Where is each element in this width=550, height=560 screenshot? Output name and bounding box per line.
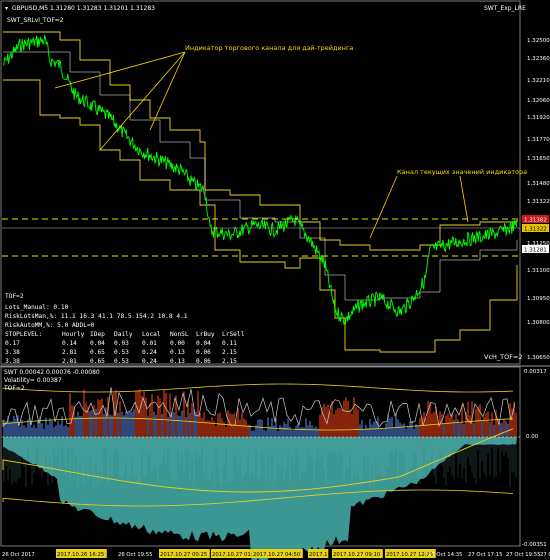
info-cell: 0.17: [5, 340, 20, 347]
sub-line-2: Volatility= 0.00387: [4, 377, 62, 384]
price-tick: 1.31322: [527, 199, 550, 205]
symbol-info: GBPUSD,M5 1.31280 1.31283 1.31201 1.3128…: [12, 5, 155, 12]
info-cell: 0.06: [196, 358, 211, 365]
info-cell: 0.24: [142, 358, 157, 365]
info-cell: 0.53: [114, 349, 129, 356]
info-cell: 0.13: [170, 358, 185, 365]
price-tick: 1.31100: [527, 268, 550, 274]
price-tick: 1.30800: [527, 320, 550, 326]
sub-line-1: SWT 0.00042 0.00076 -0.00080: [4, 369, 100, 376]
price-tick: 1.32060: [527, 98, 550, 104]
price-tick: 1.31770: [527, 137, 550, 143]
info-cell: 3.38: [5, 358, 20, 365]
info-cell: 0.65: [90, 358, 105, 365]
info-col-header: Local: [142, 331, 161, 338]
indicator-name: SWT_SRLvl_TOF=2: [7, 17, 64, 24]
info-cell: 0.03: [114, 340, 129, 347]
price-tick: 1.32210: [527, 78, 550, 84]
time-tick: 2017.10.27 12:25: [386, 552, 433, 558]
annotation-trading-channel: Индикатор торгового канала для дэй-трейд…: [185, 44, 353, 52]
info-cell: 0.04: [196, 340, 211, 347]
info-col-header: LrSell: [222, 331, 245, 338]
price-tick: 1.31920: [527, 115, 550, 121]
info-col-header: LrBuy: [196, 331, 215, 338]
svg-text:-0.00351: -0.00351: [522, 542, 547, 548]
info-cell: 0.00: [170, 340, 185, 347]
info-cell: 2.81: [62, 358, 77, 365]
info-risk-lots-man: RiskLotsMan,%: 11.1 16.3 41.1 78.5 154.2…: [5, 313, 188, 320]
info-cell: 0.01: [142, 340, 157, 347]
time-tick: 27 Oct 22:35: [540, 552, 550, 558]
annotation-current-values: Канал текущих значений индикатора: [397, 168, 527, 176]
info-cell: 2.15: [222, 358, 237, 365]
info-cell: 0.11: [222, 340, 237, 347]
time-tick: 26 Oct 2017: [2, 552, 35, 558]
time-tick: 27 Oct 17:15: [468, 552, 503, 558]
info-cell: 2.15: [222, 349, 237, 356]
info-col-header: Daily: [114, 331, 133, 338]
price-tick: 1.32500: [527, 38, 550, 44]
vch-label: VcH_TOF=2: [484, 353, 523, 361]
info-cell: 0.14: [62, 340, 77, 347]
price-tag: 1.31322: [524, 227, 547, 233]
time-tick: 2017.10.26 16:25: [57, 552, 104, 558]
time-tick: 27 Oct 19:55: [506, 552, 541, 558]
mt4-window: GBPUSD,M5 1.31280 1.31283 1.31201 1.3128…: [0, 0, 550, 560]
time-tick: 2017.10.27 04:50: [253, 552, 301, 558]
svg-text:0.00: 0.00: [526, 434, 539, 440]
time-tick: 2017.1: [309, 552, 328, 558]
sub-line-3: TOF=2: [3, 385, 25, 392]
info-cell: 0.65: [90, 349, 105, 356]
info-tof: TOF=2: [5, 293, 24, 300]
price-tag: 1.31382: [524, 218, 547, 224]
info-cell: 3.38: [5, 349, 20, 356]
info-col-header: Hourly: [62, 331, 85, 338]
info-cell: 0.04: [90, 340, 105, 347]
price-tag: 1.31281: [524, 248, 547, 254]
price-tick: 1.32360: [527, 56, 550, 62]
info-cell: 2.81: [62, 349, 77, 356]
info-risk-auto-mm: RiskAutoMM,%: 5.0 ADDL=0: [5, 322, 95, 329]
time-tick: 26 Oct 19:55: [118, 552, 153, 558]
time-tick: 27 Oct 14:35: [428, 552, 463, 558]
info-cell: 0.53: [114, 358, 129, 365]
terminal-canvas: GBPUSD,M5 1.31280 1.31283 1.31201 1.3128…: [0, 0, 550, 560]
info-cell: 0.13: [170, 349, 185, 356]
chart-icon: ▾: [5, 5, 8, 12]
info-col-header: NonSL: [170, 331, 189, 338]
info-cell: 0.06: [196, 349, 211, 356]
time-tick: 2017.10.27 00:25: [160, 552, 207, 558]
top-right-label: SWT_Exp_LRE: [484, 5, 526, 12]
info-cell: 0.24: [142, 349, 157, 356]
time-tick: 2017.10.27 09:10: [333, 552, 381, 558]
svg-text:0.00317: 0.00317: [524, 369, 547, 375]
price-tick: 1.30950: [527, 296, 550, 302]
time-tick: 2017.10.27 01:5: [212, 552, 256, 558]
info-col-header: STOPLEVEL:: [5, 331, 42, 338]
price-tick: 1.31480: [527, 181, 550, 187]
price-tick: 1.31650: [527, 156, 550, 162]
info-col-header: IDep: [90, 331, 105, 338]
price-tick: 1.30650: [527, 355, 550, 361]
info-lots-manual: Lots_Manual: 0.10: [5, 304, 69, 311]
